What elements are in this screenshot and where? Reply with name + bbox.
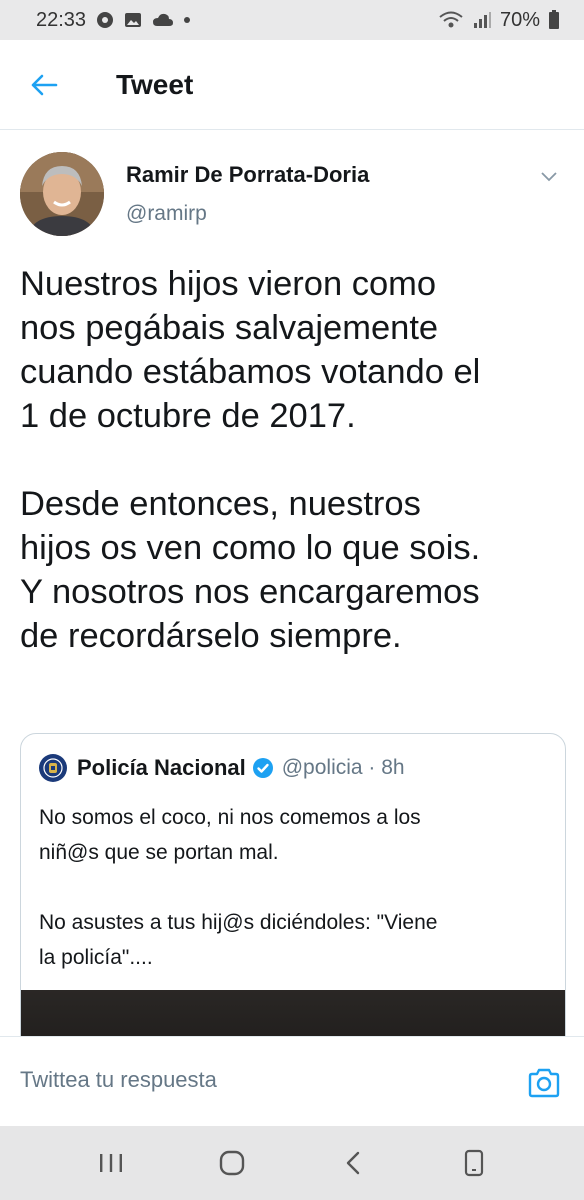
top-app-bar: Tweet <box>0 40 584 130</box>
camera-button[interactable] <box>524 1063 564 1103</box>
tweet-author: Ramir De Porrata-Doria @ramirp <box>20 152 564 240</box>
quoted-line: No asustes a tus hij@s diciéndoles: "Vie… <box>39 911 438 934</box>
tweet-line: de recordárselo siempre. <box>20 617 402 655</box>
tweet-line: nos pegábais salvajemente <box>20 309 439 347</box>
chevron-down-icon <box>541 172 557 182</box>
system-back-button[interactable] <box>323 1133 383 1193</box>
quoted-line: niñ@s que se portan mal. <box>39 841 279 864</box>
author-handle[interactable]: @ramirp <box>126 202 207 226</box>
author-name[interactable]: Ramir De Porrata-Doria <box>126 162 369 188</box>
quoted-line: la policía".... <box>39 946 153 969</box>
policia-logo-icon <box>39 754 67 782</box>
quoted-tweet-text: No somos el coco, ni nos comemos a los n… <box>39 800 549 975</box>
signal-icon <box>472 11 492 29</box>
notification-dot-icon <box>184 17 191 23</box>
tweet-line: hijos os ven como lo que sois. <box>20 529 481 567</box>
camera-icon <box>528 1068 560 1098</box>
image-icon <box>124 11 142 29</box>
status-bar: 22:33 70% <box>0 0 584 40</box>
tweet-line: cuando estábamos votando el <box>20 353 481 391</box>
quoted-tweet-header: Policía Nacional @policia · 8h <box>39 752 405 784</box>
home-icon <box>219 1150 244 1176</box>
recents-button[interactable] <box>81 1133 141 1193</box>
tweet-text: Nuestros hijos vieron como nos pegábais … <box>20 262 570 658</box>
tweet-line: Y nosotros nos encargaremos <box>20 573 480 611</box>
battery-icon <box>548 10 560 30</box>
status-time: 22:33 <box>36 8 87 31</box>
device-button[interactable] <box>444 1133 504 1193</box>
back-icon <box>346 1151 359 1175</box>
tweet-line: Desde entonces, nuestros <box>20 485 421 523</box>
arrow-left-icon <box>31 74 58 95</box>
phone-outline-icon <box>464 1149 483 1177</box>
home-button[interactable] <box>202 1133 262 1193</box>
more-options-button[interactable] <box>536 164 562 190</box>
verified-badge-icon <box>252 757 274 779</box>
recents-icon <box>99 1154 122 1172</box>
quoted-line: No somos el coco, ni nos comemos a los <box>39 806 421 829</box>
page-title: Tweet <box>116 68 194 100</box>
system-nav-bar <box>0 1126 584 1200</box>
avatar[interactable] <box>20 152 104 236</box>
quoted-author-name: Policía Nacional <box>77 755 246 780</box>
back-button[interactable] <box>14 55 74 115</box>
wifi-icon <box>438 10 464 30</box>
quoted-tweet[interactable]: Policía Nacional @policia · 8h No somos … <box>20 733 566 1073</box>
reply-bar: Twittea tu respuesta <box>0 1036 584 1126</box>
reply-input[interactable]: Twittea tu respuesta <box>20 1067 217 1093</box>
quoted-handle-time: @policia · 8h <box>281 756 405 779</box>
battery-percent: 70% <box>499 8 540 31</box>
tweet-line: 1 de octubre de 2017. <box>20 397 356 435</box>
cloud-icon <box>152 12 174 28</box>
soccer-ball-icon <box>96 11 114 29</box>
tweet-line: Nuestros hijos vieron como <box>20 265 437 303</box>
